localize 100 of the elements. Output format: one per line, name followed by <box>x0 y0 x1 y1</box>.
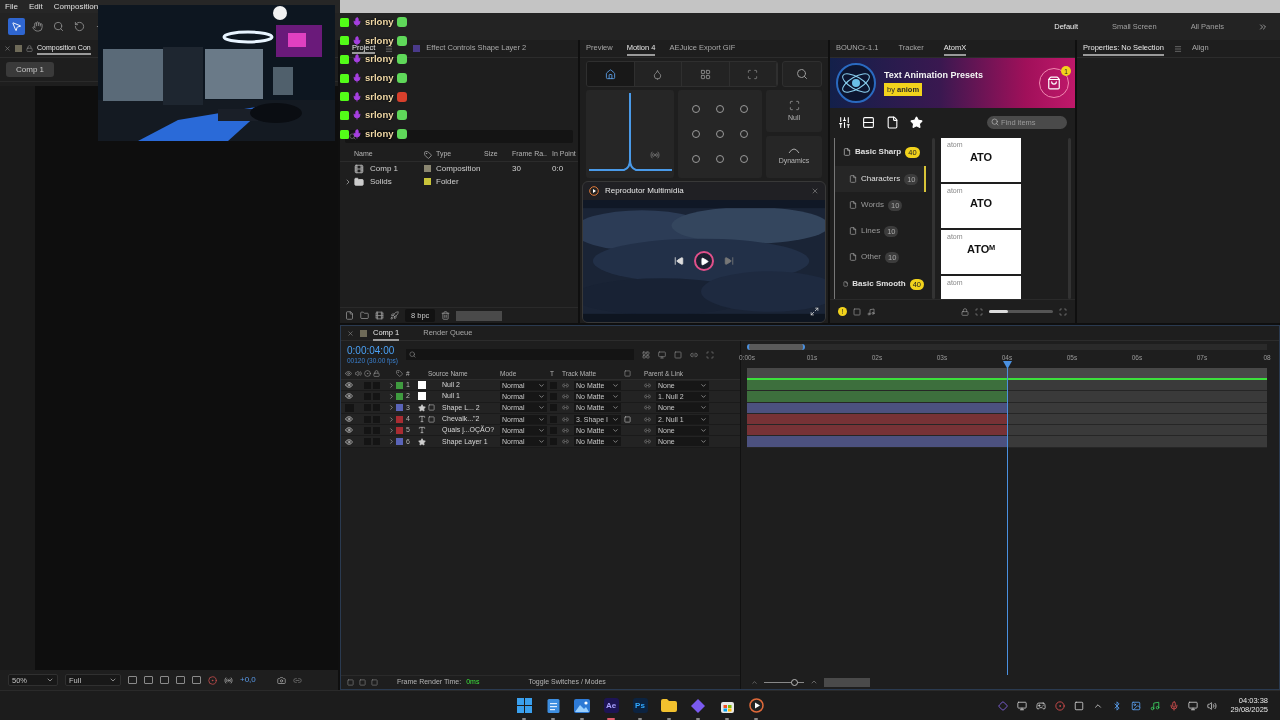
time-navigator[interactable] <box>747 344 1267 350</box>
zoom-in-icon[interactable] <box>810 678 818 686</box>
image-icon[interactable] <box>1131 700 1142 711</box>
lock-icon[interactable] <box>961 307 969 316</box>
square-icon[interactable] <box>853 307 861 316</box>
item-type: Composition <box>436 163 482 174</box>
trash-icon[interactable] <box>441 311 451 320</box>
home-button[interactable] <box>587 62 635 86</box>
gamepad-icon[interactable] <box>1036 700 1047 711</box>
item-name[interactable]: Comp 1 <box>370 163 424 174</box>
pickwhip-icon[interactable] <box>562 392 569 400</box>
layer-bar[interactable] <box>747 380 1007 391</box>
pickwhip-icon[interactable] <box>644 415 651 423</box>
windows-logo-icon <box>516 698 532 713</box>
music-icon[interactable] <box>867 307 875 316</box>
monitor-icon[interactable] <box>657 350 666 359</box>
menu-item[interactable]: Edit <box>28 2 43 11</box>
item-name[interactable]: Solids <box>370 176 424 187</box>
previous-button[interactable] <box>674 256 684 266</box>
scroll-grip[interactable] <box>824 677 870 687</box>
close-icon[interactable] <box>347 329 354 337</box>
region-icon[interactable] <box>128 676 137 684</box>
frame-icon[interactable] <box>192 676 201 684</box>
next-button[interactable] <box>724 256 734 266</box>
visibility-toggle[interactable] <box>345 426 354 435</box>
tool-button[interactable] <box>29 18 46 35</box>
switch-icon <box>624 370 631 377</box>
grid-icon[interactable] <box>144 676 153 684</box>
display-icon[interactable] <box>1188 700 1199 711</box>
file-icon <box>843 148 851 156</box>
more-icon[interactable] <box>1258 21 1268 32</box>
pickwhip-icon[interactable] <box>644 438 651 446</box>
film-icon[interactable] <box>375 311 384 320</box>
comp-button[interactable]: Comp 1 <box>6 62 54 77</box>
exposure-value[interactable]: +0,0 <box>240 675 256 685</box>
pickwhip-icon[interactable] <box>644 404 651 412</box>
star-icon[interactable] <box>910 115 923 129</box>
chat-username: srlony <box>365 17 394 27</box>
close-icon[interactable] <box>811 187 819 195</box>
mic-icon[interactable] <box>1169 700 1180 711</box>
close-icon[interactable] <box>4 45 11 52</box>
droplet-button[interactable] <box>634 62 682 86</box>
scan-icon[interactable] <box>1059 307 1067 316</box>
pickwhip-icon[interactable] <box>562 438 569 446</box>
tool-button[interactable] <box>8 18 25 35</box>
scan-icon[interactable] <box>975 307 983 316</box>
color-icon[interactable] <box>208 675 217 685</box>
pickwhip-icon[interactable] <box>562 404 569 412</box>
rotate-icon <box>74 21 85 32</box>
expand-icon[interactable] <box>344 177 352 186</box>
scan-icon <box>788 99 800 111</box>
rows-icon[interactable] <box>862 115 875 129</box>
size-slider[interactable] <box>989 310 1053 313</box>
search-field[interactable] <box>405 349 634 360</box>
circle-icon[interactable] <box>1055 700 1066 711</box>
music-icon[interactable] <box>1150 700 1161 711</box>
sliders-icon[interactable] <box>838 115 851 129</box>
diamond-icon[interactable] <box>998 700 1009 711</box>
visibility-toggle[interactable] <box>345 392 354 401</box>
visibility-toggle[interactable] <box>345 437 354 446</box>
visibility-toggle[interactable] <box>345 415 354 424</box>
preset-text: ATOᴹ <box>967 243 995 256</box>
pickwhip-icon[interactable] <box>644 381 651 389</box>
mask-icon[interactable] <box>160 676 169 684</box>
fullscreen-icon[interactable] <box>810 307 819 316</box>
guides-icon[interactable] <box>176 676 185 684</box>
square-icon[interactable] <box>1074 700 1085 711</box>
pickwhip-icon[interactable] <box>562 426 569 434</box>
link-icon[interactable] <box>689 350 698 359</box>
pickwhip-icon[interactable] <box>644 392 651 400</box>
mic-icon <box>352 54 362 65</box>
bluetooth-icon[interactable] <box>1112 700 1123 711</box>
rocket-icon[interactable] <box>390 311 399 320</box>
folder-icon <box>354 176 364 187</box>
link-icon[interactable] <box>292 675 302 685</box>
zoom-out-icon[interactable] <box>751 678 758 686</box>
pickwhip-icon[interactable] <box>562 415 569 423</box>
text-icon <box>418 415 426 424</box>
menu-item[interactable]: File <box>5 2 18 11</box>
volume-icon[interactable] <box>1207 700 1218 711</box>
atom-logo-icon <box>836 63 876 103</box>
chat-username: srlony <box>365 110 394 121</box>
search-field[interactable] <box>345 130 573 143</box>
star-icon <box>418 437 426 446</box>
slider-thumb[interactable] <box>791 678 798 686</box>
menu-item[interactable]: Composition <box>53 2 99 11</box>
grid-button[interactable] <box>682 62 730 86</box>
folder-icon[interactable] <box>360 311 369 320</box>
file-icon <box>849 227 857 235</box>
camera-icon[interactable] <box>276 675 286 685</box>
navigator-thumb[interactable] <box>747 344 805 350</box>
work-area-bar[interactable] <box>747 368 1267 380</box>
pickwhip-icon[interactable] <box>644 426 651 434</box>
grid-icon[interactable] <box>641 350 650 359</box>
search-button[interactable] <box>782 61 822 87</box>
monitor-icon[interactable] <box>1017 700 1028 711</box>
current-timecode[interactable]: 0:00:04:00 <box>347 345 398 357</box>
visibility-toggle[interactable] <box>345 381 354 390</box>
pickwhip-icon[interactable] <box>562 381 569 389</box>
window-title: Reprodutor Multimídia <box>605 186 684 196</box>
